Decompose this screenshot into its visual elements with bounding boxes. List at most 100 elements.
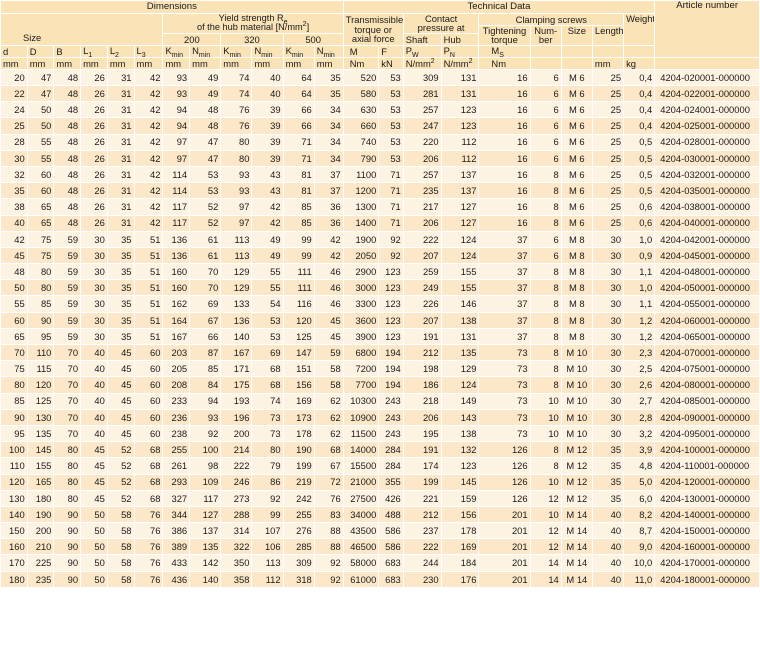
cell-force-F: 123 [378, 311, 404, 329]
table-row: 75 115 70 40 45 60 205 85 171 68 151 58 7200 194 198 12… [0, 360, 760, 378]
cell-B: 80 [53, 441, 82, 459]
cell-kmin-500: 199 [282, 457, 315, 475]
cell-L1: 50 [80, 522, 108, 540]
cell-kmin-500: 66 [282, 101, 315, 119]
cell-L2: 52 [106, 473, 135, 491]
cell-D: 47 [26, 68, 55, 87]
cell-kmin-500: 120 [282, 311, 315, 329]
cell-kmin-500: 276 [282, 522, 315, 540]
cell-L1: 30 [80, 279, 108, 297]
cell-pressure-shaft: 199 [402, 473, 442, 491]
cell-L2: 45 [106, 360, 135, 378]
cell-B: 59 [53, 263, 82, 281]
cell-nmin-200: 84 [189, 376, 222, 394]
cell-B: 59 [53, 327, 82, 346]
cell-screw-size: M 10 [560, 343, 593, 362]
cell-L1: 50 [80, 554, 108, 572]
cell-kmin-200: 117 [162, 214, 191, 232]
cell-nmin-500: 42 [313, 230, 344, 248]
cell-D: 85 [26, 295, 55, 313]
cell-screw-size: M 6 [560, 84, 593, 103]
cell-kmin-320: 171 [220, 360, 253, 378]
cell-screw-number: 12 [529, 522, 562, 540]
table-row: 28 55 48 26 31 42 97 47 80 39 71 34 740 53 220 112 16 6 M … [0, 133, 760, 151]
cell-force-F: 194 [378, 343, 404, 362]
cell-article-number: 4204-070001-000000 [654, 343, 760, 362]
cell-screw-length: 30 [591, 230, 625, 248]
cell-weight: 0,5 [623, 182, 656, 200]
cell-torque-M: 7700 [342, 376, 380, 394]
cell-weight: 0,5 [623, 133, 656, 151]
cell-B: 59 [53, 311, 82, 329]
cell-tightening-torque: 73 [478, 360, 531, 378]
cell-force-F: 53 [378, 149, 404, 167]
table-row: 80 120 70 40 45 60 208 84 175 68 156 58 7700 194 186 12… [0, 376, 760, 394]
cell-force-F: 683 [378, 570, 404, 588]
cell-nmin-320: 112 [251, 570, 284, 588]
cell-weight: 1,1 [623, 295, 656, 313]
cell-d: 38 [0, 198, 28, 216]
cell-D: 90 [26, 311, 55, 329]
cell-D: 135 [26, 424, 55, 443]
cell-screw-length: 30 [591, 311, 625, 329]
cell-pressure-shaft: 226 [402, 295, 442, 313]
cell-tightening-torque: 73 [478, 424, 531, 443]
cell-nmin-500: 35 [313, 84, 344, 103]
cell-kmin-320: 74 [220, 84, 253, 103]
cell-nmin-320: 68 [251, 360, 284, 378]
cell-weight: 0,5 [623, 149, 656, 167]
table-row: 32 60 48 26 31 42 114 53 93 43 81 37 1100 71 257 137 16 8… [0, 165, 760, 184]
cell-screw-size: M 14 [560, 538, 593, 556]
cell-nmin-320: 49 [251, 246, 284, 265]
cell-L3: 51 [133, 263, 164, 281]
cell-pressure-shaft: 191 [402, 441, 442, 459]
cell-nmin-500: 34 [313, 101, 344, 119]
cell-L3: 76 [133, 554, 164, 572]
cell-kmin-200: 94 [162, 117, 191, 135]
unit-article [654, 56, 760, 70]
cell-screw-number: 8 [529, 214, 562, 232]
cell-tightening-torque: 37 [478, 246, 531, 265]
cell-kmin-320: 93 [220, 182, 253, 200]
cell-L1: 30 [80, 311, 108, 329]
cell-kmin-200: 136 [162, 230, 191, 248]
cell-torque-M: 1100 [342, 165, 380, 184]
cell-tightening-torque: 126 [478, 473, 531, 491]
cell-weight: 2,5 [623, 360, 656, 378]
cell-nmin-200: 87 [189, 343, 222, 362]
cell-d: 140 [0, 505, 28, 524]
cell-nmin-200: 127 [189, 505, 222, 524]
cell-torque-M: 520 [342, 68, 380, 87]
cell-screw-number: 8 [529, 441, 562, 459]
cell-nmin-200: 93 [189, 408, 222, 426]
cell-nmin-320: 54 [251, 295, 284, 313]
unit-kmin-320: mm [220, 56, 253, 70]
cell-screw-length: 25 [591, 68, 625, 87]
cell-article-number: 4204-055001-000000 [654, 295, 760, 313]
cell-nmin-500: 72 [313, 473, 344, 491]
cell-D: 47 [26, 84, 55, 103]
cell-screw-size: M 6 [560, 214, 593, 232]
cell-tightening-torque: 37 [478, 327, 531, 346]
cell-pressure-shaft: 222 [402, 230, 442, 248]
cell-pressure-hub: 169 [440, 538, 480, 556]
cell-pressure-shaft: 222 [402, 538, 442, 556]
cell-nmin-200: 85 [189, 360, 222, 378]
cell-article-number: 4204-095001-000000 [654, 424, 760, 443]
cell-kmin-320: 133 [220, 295, 253, 313]
cell-L2: 45 [106, 424, 135, 443]
table-row: 35 60 48 26 31 42 114 53 93 43 81 37 1200 71 235 137 16 8… [0, 182, 760, 200]
cell-pressure-hub: 137 [440, 165, 480, 184]
cell-nmin-320: 55 [251, 263, 284, 281]
cell-tightening-torque: 201 [478, 538, 531, 556]
cell-B: 90 [53, 554, 82, 572]
cell-B: 70 [53, 392, 82, 410]
cell-screw-size: M 8 [560, 263, 593, 281]
cell-D: 155 [26, 457, 55, 475]
cell-screw-number: 6 [529, 133, 562, 151]
cell-kmin-500: 309 [282, 554, 315, 572]
cell-nmin-320: 92 [251, 489, 284, 507]
cell-nmin-320: 43 [251, 182, 284, 200]
cell-torque-M: 11500 [342, 424, 380, 443]
cell-screw-size: M 8 [560, 230, 593, 248]
